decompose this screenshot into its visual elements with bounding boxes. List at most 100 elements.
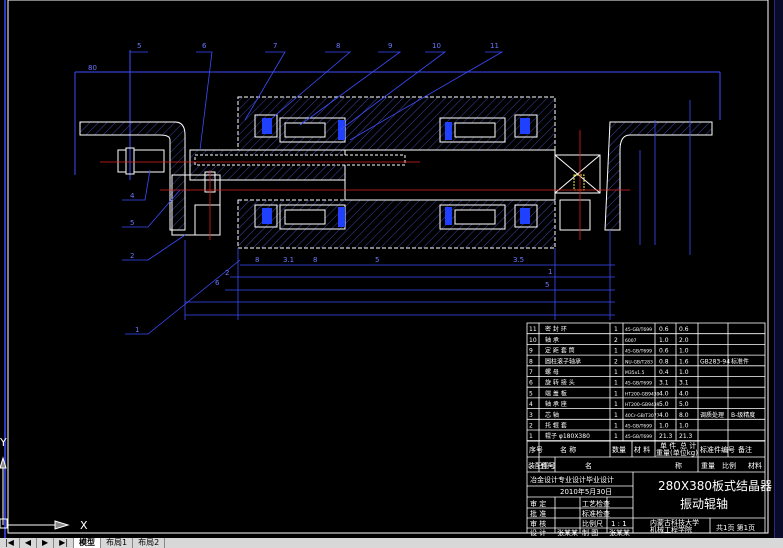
process-check-label: 工艺检查 bbox=[582, 499, 610, 508]
dimension-text: 3.1 bbox=[283, 256, 294, 264]
header-name: 名 称 bbox=[560, 445, 576, 454]
parts-cell-no: 8 bbox=[529, 358, 533, 365]
department-name: 机械工程学院 bbox=[650, 525, 692, 534]
parts-cell-unit: 0.6 bbox=[659, 326, 669, 333]
parts-cell-no: 11 bbox=[529, 326, 537, 333]
draw-label: 制 图 bbox=[582, 528, 598, 537]
parts-cell-name: 托 辊 套 bbox=[545, 422, 567, 430]
header-qty: 数量 bbox=[612, 445, 626, 454]
parts-cell-name: 轴 承 座 bbox=[545, 400, 567, 408]
parts-cell-qty: 1 bbox=[614, 423, 618, 430]
dimension-text: 8 bbox=[313, 256, 317, 264]
parts-cell-material: 45-GB/T699 bbox=[625, 327, 652, 333]
cad-drawing-canvas[interactable]: 5 6 7 8 9 10 11 4 5 2 1 80 8 3.5 1 5 2 6… bbox=[0, 0, 783, 548]
review-label: 审 核 bbox=[530, 519, 546, 528]
ucs-icon bbox=[0, 456, 70, 530]
title-block-text: 序号 名 称 数量 材 料 单 件 总 计 重量(单位kg) 标准件编号 备注 … bbox=[528, 441, 772, 537]
parts-cell-no: 1 bbox=[529, 433, 533, 440]
dimension-text: 6 bbox=[215, 279, 220, 287]
part-label: 11 bbox=[490, 42, 499, 50]
part-label: 9 bbox=[388, 42, 392, 50]
parts-cell-qty: 1 bbox=[614, 326, 618, 333]
parts-cell-name: 轴 承 bbox=[545, 336, 559, 344]
drawing-frame bbox=[7, 0, 769, 534]
standard-check-label: 标准检查 bbox=[582, 509, 610, 518]
parts-cell-unit: 5.0 bbox=[659, 401, 669, 408]
drawing-subtitle: 振动辊轴 bbox=[680, 496, 728, 511]
parts-cell-qty: 2 bbox=[614, 337, 618, 344]
parts-cell-unit: 1.0 bbox=[659, 337, 669, 344]
parts-cell-no: 10 bbox=[529, 337, 537, 344]
material-label: 材料 bbox=[748, 461, 762, 470]
parts-cell-name: 密 封 环 bbox=[545, 325, 567, 333]
dimension-text: 3.5 bbox=[513, 256, 524, 264]
parts-cell-name: 端 盖 板 bbox=[545, 389, 567, 397]
parts-cell-no: 2 bbox=[529, 423, 533, 430]
nav-prev-button[interactable]: ◀ bbox=[20, 538, 38, 548]
header-material: 材 料 bbox=[634, 445, 650, 454]
ucs-y-label: Y bbox=[0, 436, 7, 449]
parts-cell-material: 6007 bbox=[625, 338, 637, 344]
design-label: 设 计 bbox=[530, 528, 546, 537]
parts-cell-note: 标准件 bbox=[731, 357, 749, 365]
nav-last-button[interactable]: ▶| bbox=[54, 538, 75, 548]
dimension-text: 5 bbox=[375, 256, 379, 264]
drawing-title: 280X380板式结晶器 bbox=[658, 479, 772, 493]
parts-cell-material: 45-GB/T699 bbox=[625, 434, 652, 440]
part-label: 8 bbox=[336, 42, 340, 50]
part-label: 1 bbox=[135, 326, 139, 334]
designer-name: 张某某 bbox=[557, 528, 578, 537]
tab-model[interactable]: 模型 bbox=[74, 538, 102, 548]
header-std: 标准件编号 bbox=[700, 445, 735, 454]
nav-next-button[interactable]: ▶ bbox=[37, 538, 55, 548]
parts-cell-qty: 1 bbox=[614, 401, 618, 408]
parts-cell-material: NU-GB/T283 bbox=[625, 359, 653, 365]
scale-field-label: 比例尺 bbox=[582, 519, 603, 528]
parts-cell-total: 0.6 bbox=[679, 326, 689, 333]
header-no: 序号 bbox=[529, 445, 543, 454]
part-label: 5 bbox=[130, 219, 134, 227]
date-text: 2010年5月30日 bbox=[560, 487, 612, 496]
parts-cell-unit: 4.0 bbox=[659, 412, 669, 419]
parts-cell-material: 40Cr-GB/T3077 bbox=[625, 413, 660, 419]
parts-cell-qty: 1 bbox=[614, 369, 618, 376]
school-text: 冶金设计专业设计毕业设计 bbox=[530, 475, 614, 484]
parts-cell-no: 6 bbox=[529, 380, 533, 387]
vertical-scrollbar[interactable] bbox=[774, 0, 783, 538]
ucs-x-label: X bbox=[80, 519, 88, 532]
part-label: 6 bbox=[202, 42, 207, 50]
parts-cell-unit: 0.4 bbox=[659, 369, 669, 376]
tab-layout1[interactable]: 布局1 bbox=[101, 538, 134, 548]
parts-cell-unit: 1.0 bbox=[659, 423, 669, 430]
nav-first-button[interactable]: |◀ bbox=[0, 538, 20, 548]
part-label: 10 bbox=[432, 42, 441, 50]
parts-cell-no: 9 bbox=[529, 348, 533, 355]
parts-cell-material: 45-GB/T699 bbox=[625, 424, 652, 430]
parts-cell-total: 5.0 bbox=[679, 401, 689, 408]
parts-cell-total: 1.0 bbox=[679, 369, 689, 376]
parts-cell-unit: 21.3 bbox=[659, 433, 673, 440]
part-label: 2 bbox=[130, 252, 134, 260]
parts-cell-name: 定 距 套 筒 bbox=[545, 347, 575, 355]
tab-layout2[interactable]: 布局2 bbox=[133, 538, 166, 548]
parts-cell-name: 辊子 φ180X380 bbox=[545, 432, 590, 440]
parts-cell-name: 圆柱滚子轴承 bbox=[545, 357, 581, 365]
parts-cell-material: M35x1.5 bbox=[625, 370, 645, 376]
parts-cell-material: 45-GB/T699 bbox=[625, 381, 652, 387]
part-no-label: 件号 bbox=[541, 461, 555, 470]
parts-cell-total: 4.0 bbox=[679, 390, 689, 397]
parts-cell-no: 7 bbox=[529, 369, 533, 376]
parts-cell-total: 3.1 bbox=[679, 380, 689, 387]
dimension-text: 5 bbox=[545, 281, 549, 289]
parts-cell-unit: 3.1 bbox=[659, 380, 669, 387]
parts-cell-unit: 4.0 bbox=[659, 390, 669, 397]
scale-label: 比例 bbox=[722, 461, 736, 470]
approved-label: 审 定 bbox=[530, 499, 546, 508]
drafter-name: 张某某 bbox=[609, 528, 630, 537]
parts-cell-std: 调质处理 bbox=[700, 411, 724, 419]
parts-cell-total: 1.0 bbox=[679, 348, 689, 355]
parts-cell-total: 2.0 bbox=[679, 337, 689, 344]
part-label: 7 bbox=[273, 42, 277, 50]
parts-cell-name: 旋 转 接 头 bbox=[545, 379, 575, 387]
part-label: 4 bbox=[130, 192, 135, 200]
